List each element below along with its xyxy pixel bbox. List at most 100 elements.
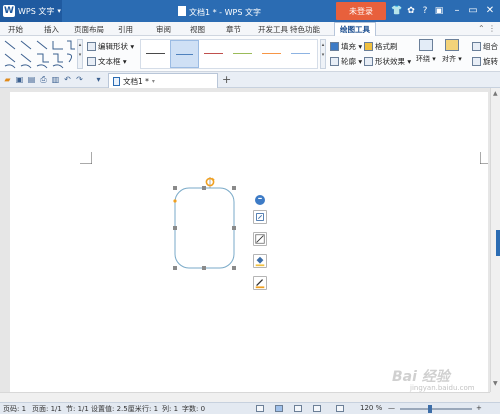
- line-style-icon: [255, 234, 265, 244]
- full-screen-view-icon[interactable]: [256, 405, 264, 412]
- outline-button[interactable]: 轮廓 ▾: [330, 56, 362, 67]
- connector-gallery[interactable]: [3, 39, 75, 69]
- shape-effect-button[interactable]: 形状效果 ▾: [364, 56, 411, 67]
- zoom-slider[interactable]: [400, 408, 472, 410]
- shape-fill-button[interactable]: [253, 254, 267, 268]
- baidu-watermark: Bai 经验: [392, 369, 450, 385]
- shape-line-color-button[interactable]: [253, 276, 267, 290]
- close-tab-icon[interactable]: ▾: [152, 78, 155, 85]
- rotate-icon: [472, 57, 481, 66]
- side-panel-tab[interactable]: [496, 230, 500, 256]
- align-button[interactable]: 对齐 ▾: [442, 39, 462, 64]
- styles-scroll[interactable]: ▴ ▾: [320, 39, 326, 69]
- pen-outline-icon: [330, 57, 339, 66]
- shape-style-3[interactable]: [199, 40, 228, 68]
- collapse-ribbon-icon[interactable]: ⌃: [478, 24, 485, 33]
- more-icon[interactable]: ⋮: [488, 24, 496, 33]
- text-box-button[interactable]: 文本框 ▾: [87, 56, 127, 67]
- ribbon-collapse-icon[interactable]: ▣: [433, 5, 445, 17]
- new-tab-button[interactable]: +: [222, 73, 231, 86]
- wrap-text-icon: [418, 39, 433, 51]
- print-icon[interactable]: ⎙: [39, 75, 48, 84]
- shape-layout-button[interactable]: [253, 210, 267, 224]
- print-preview-icon[interactable]: ▥: [51, 75, 60, 84]
- rounded-rectangle-shape[interactable]: [165, 175, 245, 275]
- rotate-handle-icon[interactable]: [205, 177, 215, 187]
- corner-mark-top-left: [80, 152, 92, 164]
- brush-icon: [364, 42, 373, 51]
- gallery-scroll[interactable]: ▴ ▾: [77, 39, 83, 69]
- undo-icon[interactable]: ↶: [63, 75, 72, 84]
- document-page[interactable]: –: [10, 92, 488, 392]
- document-tab[interactable]: 文档1 * ▾: [108, 73, 218, 88]
- format-brush-button[interactable]: 格式刷: [364, 41, 398, 52]
- shape-style-4[interactable]: [228, 40, 257, 68]
- tab-page-layout[interactable]: 页面布局: [74, 24, 104, 35]
- status-row: 行: 1: [142, 405, 159, 413]
- layout-options-icon: [256, 213, 264, 221]
- status-page-num: 页码: 1: [3, 405, 27, 413]
- tab-insert[interactable]: 插入: [44, 24, 59, 35]
- baidu-url-watermark: jingyan.baidu.com: [410, 384, 475, 392]
- open-folder-icon[interactable]: ▰: [3, 75, 12, 84]
- tab-home[interactable]: 开始: [8, 24, 23, 35]
- export-pdf-icon[interactable]: ▤: [27, 75, 36, 84]
- redo-icon[interactable]: ↷: [75, 75, 84, 84]
- horizontal-scrollbar[interactable]: [0, 392, 490, 402]
- group-button[interactable]: 组合: [472, 41, 498, 52]
- close-icon[interactable]: ✕: [483, 4, 497, 18]
- shape-style-2[interactable]: [170, 40, 199, 68]
- status-section: 节: 1/1: [66, 405, 89, 413]
- tab-references[interactable]: 引用: [118, 24, 133, 35]
- shape-outline-button[interactable]: [253, 232, 267, 246]
- web-view-icon[interactable]: [313, 405, 321, 412]
- reading-view-icon[interactable]: [336, 405, 344, 412]
- scroll-down-icon[interactable]: ▼: [493, 380, 498, 387]
- edit-shape-button[interactable]: 编辑形状 ▾: [87, 41, 134, 52]
- app-menu-button[interactable]: W WPS 文字 ▾: [0, 0, 62, 22]
- shirt-icon[interactable]: 👕: [391, 5, 403, 17]
- zoom-level[interactable]: 120 %: [360, 404, 382, 412]
- zoom-slider-thumb[interactable]: [428, 405, 433, 413]
- window-title: 文档1 * - WPS 文字: [178, 6, 261, 18]
- ribbon-panel: ▴ ▾ 编辑形状 ▾ 文本框 ▾ ▴ ▾ 填充 ▾ 格式刷 轮廓 ▾ 形状效果 ▾ …: [0, 36, 500, 72]
- document-icon: [178, 6, 186, 16]
- status-word-count: 字数: 0: [182, 405, 206, 413]
- tab-special-features[interactable]: 特色功能: [290, 24, 320, 35]
- chat-icon[interactable]: ✿: [405, 5, 417, 17]
- zoom-out-button[interactable]: —: [388, 404, 395, 412]
- minimize-icon[interactable]: –: [450, 4, 464, 18]
- tab-developer[interactable]: 开发工具: [258, 24, 288, 35]
- customize-toolbar-icon[interactable]: ▾: [94, 75, 103, 84]
- scroll-up-icon[interactable]: ▲: [493, 90, 498, 97]
- shape-style-6[interactable]: [286, 40, 315, 68]
- page-view-icon[interactable]: [275, 405, 283, 412]
- rotate-button[interactable]: 旋转: [472, 56, 498, 67]
- ribbon-tabs: 开始 插入 页面布局 引用 审阅 视图 章节 开发工具 特色功能 绘图工具 ⌃ …: [0, 22, 500, 36]
- fill-button[interactable]: 填充 ▾: [330, 41, 362, 52]
- shape-style-1[interactable]: [141, 40, 170, 68]
- shape-effect-icon: [364, 57, 373, 66]
- login-button[interactable]: 未登录: [336, 2, 386, 20]
- zoom-in-button[interactable]: +: [476, 404, 482, 412]
- shape-style-5[interactable]: [257, 40, 286, 68]
- edit-shape-icon: [87, 42, 96, 51]
- help-icon[interactable]: ?: [419, 5, 431, 17]
- save-icon[interactable]: ▣: [15, 75, 24, 84]
- tab-review[interactable]: 审阅: [156, 24, 171, 35]
- outline-view-icon[interactable]: [294, 405, 302, 412]
- align-icon: [444, 39, 459, 51]
- connector-lines-icon: [4, 40, 75, 69]
- document-canvas: –: [0, 88, 490, 392]
- shape-styles-gallery[interactable]: [140, 39, 318, 69]
- app-name: WPS 文字: [18, 6, 55, 16]
- maximize-icon[interactable]: ▭: [466, 4, 480, 18]
- quick-access-bar: ▰ ▣ ▤ ⎙ ▥ ↶ ↷ ▾ 文档1 * ▾ +: [0, 72, 500, 88]
- tab-drawing-tools[interactable]: 绘图工具: [334, 22, 376, 36]
- collapse-toolbar-icon[interactable]: –: [255, 195, 265, 205]
- tab-view[interactable]: 视图: [190, 24, 205, 35]
- wrap-button[interactable]: 环绕 ▾: [416, 39, 436, 64]
- title-bar: W WPS 文字 ▾ 文档1 * - WPS 文字 未登录 👕 ✿ ? ▣ – …: [0, 0, 500, 22]
- tab-chapter[interactable]: 章节: [226, 24, 241, 35]
- fill-bucket-icon: [255, 256, 265, 267]
